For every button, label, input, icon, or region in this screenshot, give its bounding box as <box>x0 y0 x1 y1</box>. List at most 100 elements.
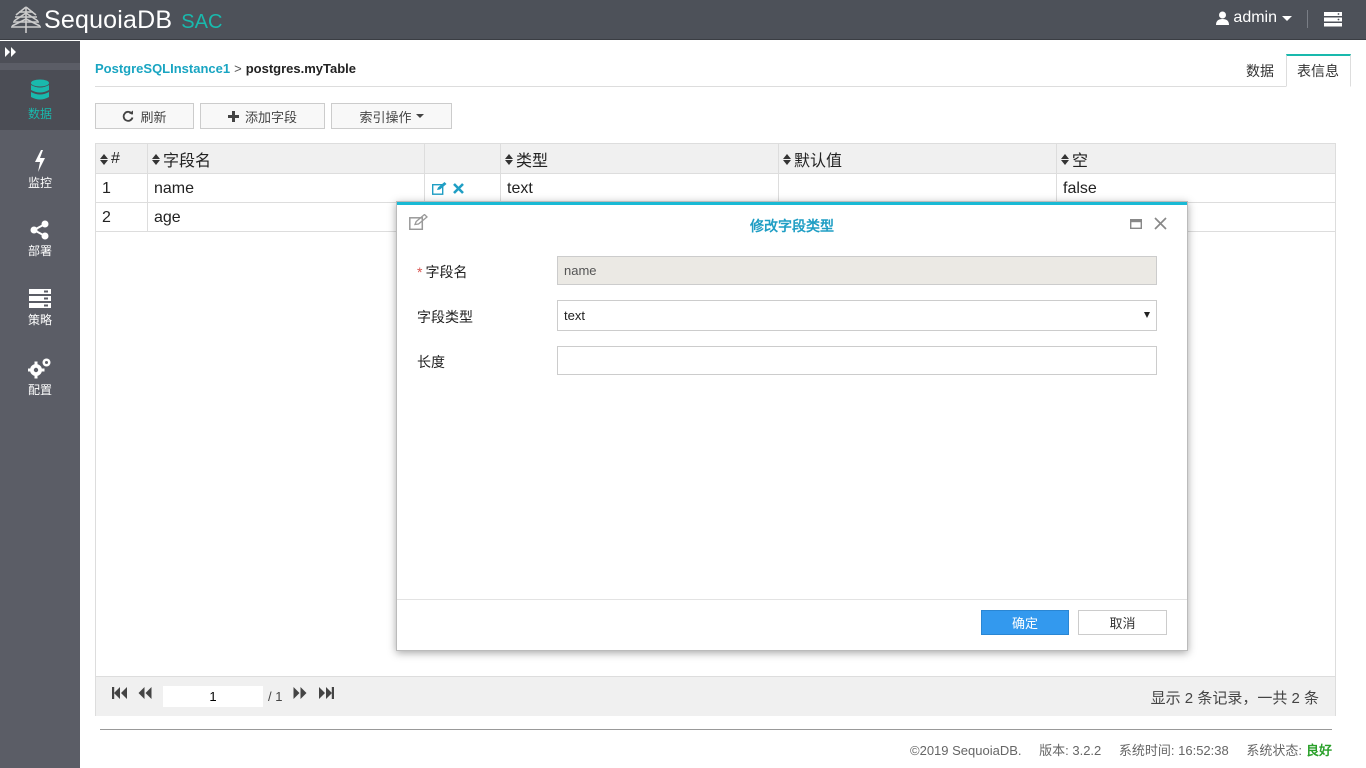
sort-icon <box>152 153 160 165</box>
index-operations-button[interactable]: 索引操作 <box>331 103 452 129</box>
sort-icon <box>100 153 108 165</box>
server-icon <box>29 288 51 308</box>
tab-data[interactable]: 数据 <box>1236 54 1284 87</box>
sidebar: 数据 监控 部署 策略 配置 <box>0 41 80 768</box>
sidebar-item-monitor[interactable]: 监控 <box>0 140 80 200</box>
column-header-type[interactable]: 类型 <box>501 144 779 174</box>
user-menu[interactable]: admin <box>1216 9 1292 27</box>
confirm-button[interactable]: 确定 <box>981 610 1069 635</box>
dialog-footer-divider <box>397 599 1187 600</box>
chevron-down-icon <box>1282 15 1292 21</box>
sort-icon <box>505 153 513 165</box>
sequoia-tree-logo-icon <box>11 6 41 33</box>
add-field-label: 添加字段 <box>244 109 297 125</box>
sidebar-item-strategy[interactable]: 策略 <box>0 278 80 338</box>
breadcrumb: PostgreSQLInstance1 > postgres.myTable <box>95 61 356 76</box>
field-name-label: * 字段名 <box>417 264 468 280</box>
tabs-divider <box>95 86 1351 87</box>
chevron-down-icon <box>1144 312 1150 318</box>
share-icon <box>30 220 49 239</box>
brand-name: SequoiaDB <box>44 5 173 34</box>
cell-nullable: false <box>1063 179 1097 197</box>
last-page-icon[interactable] <box>318 687 334 699</box>
refresh-label: 刷新 <box>140 109 167 125</box>
server-list-icon[interactable] <box>1323 11 1343 27</box>
column-header-field-name[interactable]: 字段名 <box>148 144 425 174</box>
chevron-down-icon <box>415 114 424 118</box>
sidebar-item-label: 数据 <box>27 106 52 121</box>
next-page-icon[interactable] <box>293 687 307 699</box>
database-icon <box>31 79 49 99</box>
page-number-input[interactable] <box>163 686 263 707</box>
brand[interactable]: SequoiaDB SAC <box>10 4 222 36</box>
sidebar-item-data[interactable]: 数据 <box>0 70 80 130</box>
top-header: SequoiaDB SAC admin <box>0 0 1366 40</box>
cell-actions <box>425 174 501 203</box>
pagination-bar: / 1 显示 2 条记录，一共 2 条 <box>96 676 1335 716</box>
column-header-nullable[interactable]: 空 <box>1057 144 1335 174</box>
user-icon <box>1216 11 1230 25</box>
required-marker: * <box>417 264 423 280</box>
table-header: # 字段名 类型 默认值 空 <box>96 144 1335 174</box>
sidebar-toggle[interactable] <box>0 41 80 63</box>
field-type-label: 字段类型 <box>417 309 473 325</box>
sort-icon <box>1061 153 1069 165</box>
cell-default <box>779 174 1057 203</box>
cell-index: 2 <box>96 203 148 232</box>
field-type-value: text <box>564 308 585 323</box>
field-type-select[interactable]: text <box>557 300 1157 331</box>
maximize-icon[interactable] <box>1130 219 1142 229</box>
plus-icon <box>227 110 239 122</box>
delete-icon[interactable] <box>453 183 464 194</box>
user-name: admin <box>1233 9 1277 26</box>
index-operations-label: 索引操作 <box>359 109 412 125</box>
cancel-button[interactable]: 取消 <box>1078 610 1167 635</box>
column-header-actions <box>425 144 501 174</box>
gears-icon <box>28 358 51 378</box>
sidebar-item-config[interactable]: 配置 <box>0 347 80 407</box>
length-input[interactable] <box>557 346 1157 375</box>
close-icon[interactable] <box>1154 217 1167 230</box>
record-summary: 显示 2 条记录，一共 2 条 <box>1150 690 1319 707</box>
cell-type: text <box>501 174 779 203</box>
double-chevron-right-icon <box>5 47 16 57</box>
system-status-label: 系统状态: <box>1246 743 1302 758</box>
column-header-default[interactable]: 默认值 <box>779 144 1057 174</box>
cell-index: 1 <box>96 174 148 203</box>
system-time: 系统时间: 16:52:38 <box>1118 743 1229 758</box>
table-row[interactable]: 1 name text false <box>96 174 1335 203</box>
breadcrumb-separator: > <box>234 61 242 76</box>
dialog-title: 修改字段类型 <box>750 218 834 234</box>
refresh-button[interactable]: 刷新 <box>95 103 194 129</box>
sidebar-item-label: 策略 <box>27 312 52 327</box>
dialog-header[interactable]: 修改字段类型 <box>397 205 1187 243</box>
sidebar-item-deploy[interactable]: 部署 <box>0 209 80 269</box>
footer-divider <box>100 729 1332 730</box>
divider <box>1307 10 1308 28</box>
version: 版本: 3.2.2 <box>1039 743 1102 758</box>
sidebar-item-label: 部署 <box>27 243 52 258</box>
length-label: 长度 <box>417 354 445 370</box>
field-name-input: name <box>557 256 1157 285</box>
add-field-button[interactable]: 添加字段 <box>200 103 325 129</box>
edit-icon[interactable] <box>432 182 447 195</box>
bolt-icon <box>35 149 45 172</box>
brand-suffix: SAC <box>181 10 223 33</box>
breadcrumb-current: postgres.myTable <box>245 61 356 76</box>
first-page-icon[interactable] <box>112 687 128 699</box>
modify-field-type-dialog: 修改字段类型 * 字段名 name 字段类型 text 长度 确定 取消 <box>396 201 1188 651</box>
cell-field-name: age <box>148 203 425 232</box>
sort-icon <box>783 153 791 165</box>
tab-table-info[interactable]: 表信息 <box>1286 54 1351 87</box>
sidebar-item-label: 配置 <box>27 382 52 397</box>
footer: ©2019 SequoiaDB. 版本: 3.2.2 系统时间: 16:52:3… <box>896 740 1332 759</box>
cell-field-name: name <box>148 174 425 203</box>
page-total: / 1 <box>268 689 283 704</box>
refresh-icon <box>123 110 134 122</box>
column-header-index[interactable]: # <box>96 144 148 174</box>
previous-page-icon[interactable] <box>138 687 152 699</box>
breadcrumb-instance-link[interactable]: PostgreSQLInstance1 <box>95 61 230 76</box>
copyright: ©2019 SequoiaDB. <box>910 743 1022 758</box>
sidebar-item-label: 监控 <box>27 175 52 190</box>
system-status-value: 良好 <box>1305 743 1332 758</box>
